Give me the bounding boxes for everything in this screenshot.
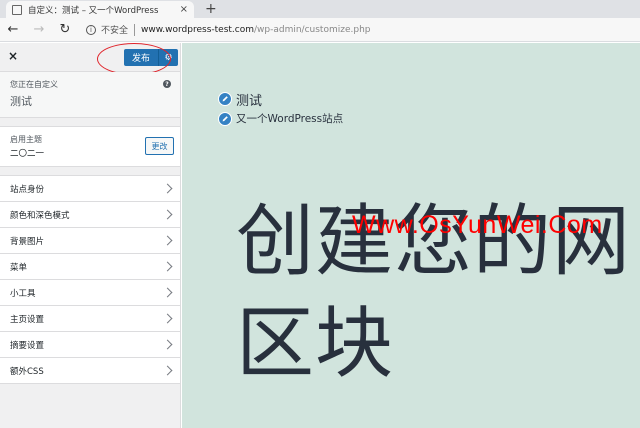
- forward-icon[interactable]: →: [26, 18, 52, 42]
- active-theme-panel: 启用主题 二〇二一 更改: [0, 126, 180, 167]
- sidebar-item-label: 额外CSS: [10, 366, 44, 377]
- sidebar-item-label: 主页设置: [10, 314, 45, 325]
- reload-icon[interactable]: ↻: [52, 18, 78, 42]
- sidebar-item-label: 颜色和深色模式: [10, 210, 70, 221]
- customizing-info: 您正在自定义 测试 ?: [0, 72, 180, 118]
- hero-heading-line-2: 区块: [236, 299, 395, 389]
- chevron-right-icon: [162, 183, 173, 194]
- customizer-menu: 站点身份 颜色和深色模式 背景图片 菜单 小工具 主页设置 摘要设置 额外CSS: [0, 175, 180, 384]
- change-theme-button[interactable]: 更改: [145, 137, 174, 155]
- sidebar-item-additional-css[interactable]: 额外CSS: [0, 358, 180, 384]
- sidebar-item-excerpt-settings[interactable]: 摘要设置: [0, 332, 180, 358]
- sidebar-item-background-image[interactable]: 背景图片: [0, 228, 180, 254]
- sidebar-header: × 发布 ⚙: [0, 43, 180, 75]
- sidebar-item-label: 小工具: [10, 288, 36, 299]
- back-icon[interactable]: ←: [0, 18, 26, 42]
- page-icon: [12, 4, 22, 15]
- address-bar[interactable]: i 不安全 www.wordpress-test.com /wp-admin/c…: [86, 18, 370, 42]
- sidebar-item-label: 背景图片: [10, 236, 45, 247]
- chevron-right-icon: [162, 365, 173, 376]
- sidebar-item-menus[interactable]: 菜单: [0, 254, 180, 280]
- url-path: /wp-admin/customize.php: [254, 24, 371, 35]
- customizer-sidebar: × 发布 ⚙ 您正在自定义 测试 ? 启用主题 二〇二一 更改 站点身份 颜色和…: [0, 43, 181, 428]
- sidebar-item-label: 摘要设置: [10, 340, 45, 351]
- help-icon[interactable]: ?: [163, 80, 171, 88]
- sidebar-item-label: 站点身份: [10, 184, 45, 195]
- watermark: Www.OsYunWei.Com: [352, 211, 603, 239]
- insecure-label: 不安全: [101, 26, 129, 36]
- browser-tab[interactable]: 自定义：测试 – 又一个WordPress ×: [6, 1, 194, 18]
- sidebar-item-colors[interactable]: 颜色和深色模式: [0, 202, 180, 228]
- chevron-right-icon: [162, 339, 173, 350]
- tab-close-icon[interactable]: ×: [180, 4, 188, 15]
- info-icon[interactable]: i: [86, 24, 96, 35]
- chevron-right-icon: [162, 235, 173, 246]
- customizing-site-name: 测试: [10, 95, 32, 108]
- chevron-right-icon: [162, 313, 173, 324]
- edit-tagline-icon[interactable]: [218, 112, 232, 126]
- new-tab-icon[interactable]: +: [205, 0, 217, 18]
- chevron-right-icon: [162, 261, 173, 272]
- browser-toolbar: ← → ↻ i 不安全 www.wordpress-test.com /wp-a…: [0, 18, 640, 42]
- sidebar-item-label: 菜单: [10, 262, 28, 273]
- chevron-right-icon: [162, 209, 173, 220]
- edit-site-title-icon[interactable]: [218, 92, 232, 106]
- tab-title: 自定义：测试 – 又一个WordPress: [28, 5, 159, 16]
- sidebar-item-widgets[interactable]: 小工具: [0, 280, 180, 306]
- url-host: www.wordpress-test.com: [141, 24, 254, 35]
- browser-tabstrip: 自定义：测试 – 又一个WordPress × +: [0, 0, 640, 18]
- sidebar-item-homepage-settings[interactable]: 主页设置: [0, 306, 180, 332]
- site-title[interactable]: 测试: [236, 90, 262, 109]
- chevron-right-icon: [162, 287, 173, 298]
- customizing-label: 您正在自定义: [10, 80, 58, 89]
- publish-button[interactable]: 发布: [124, 49, 159, 66]
- customizer-preview: 测试 又一个WordPress站点 创建您的网 区块 Www.OsYunWei.…: [182, 43, 640, 428]
- address-separator: [134, 23, 136, 36]
- close-icon[interactable]: ×: [8, 49, 18, 63]
- gear-icon[interactable]: ⚙: [158, 49, 179, 66]
- site-tagline[interactable]: 又一个WordPress站点: [236, 111, 343, 126]
- publish-button-group: 发布 ⚙: [124, 49, 179, 66]
- sidebar-item-site-identity[interactable]: 站点身份: [0, 176, 180, 202]
